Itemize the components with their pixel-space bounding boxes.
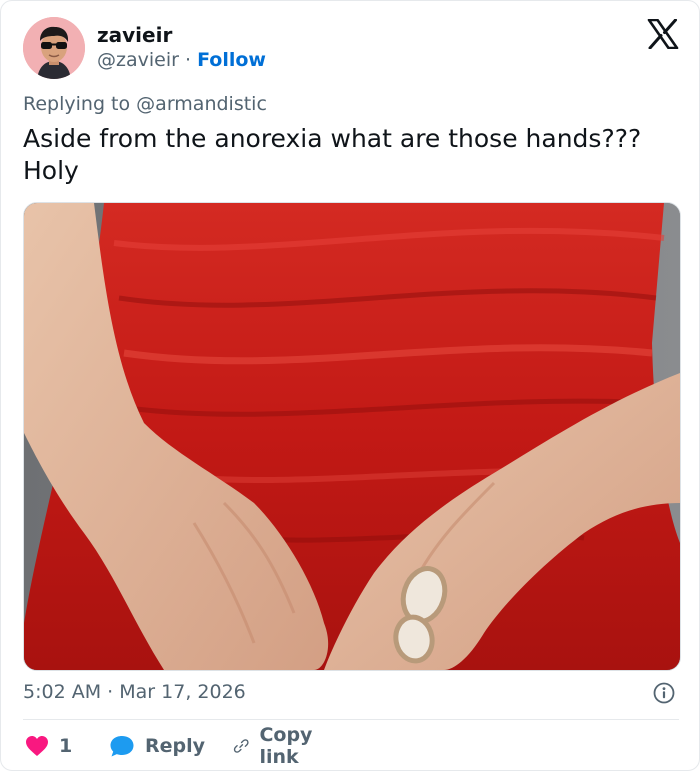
replying-to-line: Replying to @armandistic (23, 93, 267, 115)
divider (23, 719, 679, 720)
tweet-text: Aside from the anorexia what are those h… (23, 124, 642, 185)
user-handle[interactable]: @zavieir (97, 49, 179, 71)
avatar[interactable] (23, 17, 85, 79)
x-logo-icon[interactable] (647, 19, 679, 49)
reply-button[interactable]: Reply (109, 731, 205, 761)
reply-target-handle[interactable]: @armandistic (136, 93, 267, 115)
tweet-image[interactable] (23, 202, 681, 671)
reply-label: Reply (145, 735, 206, 757)
timestamp-separator: · (107, 681, 114, 703)
like-button[interactable]: 1 (25, 731, 72, 761)
display-name[interactable]: zavieir (97, 23, 172, 47)
handle-row: @zavieir · Follow (97, 49, 266, 71)
like-count: 1 (59, 735, 73, 757)
handle-separator: · (184, 49, 192, 71)
copy-link-label: Copy link (259, 724, 313, 768)
avatar-illustration (23, 17, 85, 79)
link-icon (233, 739, 249, 753)
tweet-timestamp[interactable]: 5:02 AM · Mar 17, 2026 (23, 681, 246, 703)
replying-to-label: Replying to (23, 93, 131, 115)
tweet-date: Mar 17, 2026 (119, 681, 246, 703)
speech-bubble-icon (110, 736, 134, 757)
tweet-time: 5:02 AM (23, 681, 102, 703)
info-icon[interactable] (653, 682, 675, 704)
photo-red-dress-hands (24, 203, 680, 670)
tweet-card: zavieir @zavieir · Follow Replying to @a… (0, 0, 700, 771)
copy-link-button[interactable]: Copy link (233, 724, 322, 768)
follow-button[interactable]: Follow (197, 49, 266, 71)
heart-icon (26, 736, 48, 756)
